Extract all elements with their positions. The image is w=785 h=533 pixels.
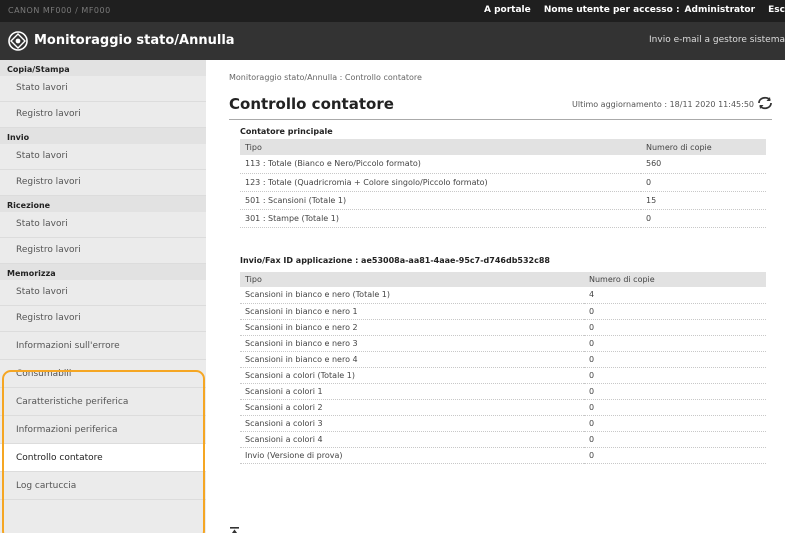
- sidebar-item-copy-job-log[interactable]: Registro lavori: [0, 102, 206, 128]
- column-header-copies: Numero di copie: [641, 139, 766, 155]
- table-row: Scansioni a colori 30: [240, 415, 766, 432]
- counter-type-cell: Scansioni a colori 1: [240, 383, 584, 400]
- counter-value-cell: 0: [584, 431, 766, 448]
- login-user-label: Nome utente per accesso :: [543, 5, 680, 15]
- app-title: Monitoraggio stato/Annulla: [34, 33, 235, 48]
- sidebar-item-send-job-status[interactable]: Stato lavori: [0, 144, 206, 170]
- counter-value-cell: 560: [641, 155, 766, 174]
- login-user-name: Administrator: [684, 5, 756, 15]
- table-row: 113 : Totale (Bianco e Nero/Piccolo form…: [240, 155, 766, 174]
- counter-value-cell: 0: [584, 447, 766, 464]
- table-row: Scansioni in bianco e nero 20: [240, 319, 766, 336]
- table-row: 301 : Stampe (Totale 1) 0: [240, 209, 766, 228]
- table-header-row: Tipo Numero di copie: [240, 139, 766, 155]
- sidebar-item-error-info[interactable]: Informazioni sull'errore: [0, 332, 206, 360]
- table-row: Scansioni a colori 20: [240, 399, 766, 416]
- counter-type-cell: Scansioni in bianco e nero 1: [240, 303, 584, 320]
- sidebar-item-send-job-log[interactable]: Registro lavori: [0, 170, 206, 196]
- counter-value-cell: 0: [641, 209, 766, 228]
- counter-type-cell: Scansioni a colori 2: [240, 399, 584, 416]
- app-counter-title: Invio/Fax ID applicazione : ae53008a-aa8…: [240, 256, 550, 265]
- counter-value-cell: 0: [584, 415, 766, 432]
- top-links: A portale Nome utente per accesso : Admin…: [474, 5, 785, 15]
- counter-value-cell: 15: [641, 191, 766, 210]
- counter-type-cell: Scansioni in bianco e nero 2: [240, 319, 584, 336]
- counter-value-cell: 0: [584, 383, 766, 400]
- refresh-icon[interactable]: [757, 96, 773, 110]
- counter-type-cell: 301 : Stampe (Totale 1): [240, 209, 641, 228]
- sidebar-item-copy-job-status[interactable]: Stato lavori: [0, 76, 206, 102]
- column-header-copies: Numero di copie: [584, 272, 766, 287]
- counter-type-cell: Invio (Versione di prova): [240, 447, 584, 464]
- table-row: Scansioni in bianco e nero (Totale 1) 4: [240, 287, 766, 304]
- title-divider: [229, 119, 772, 120]
- counter-type-cell: Scansioni in bianco e nero (Totale 1): [240, 287, 584, 304]
- sidebar-section-copy-print: Copia/Stampa: [0, 60, 206, 76]
- last-update: Ultimo aggiornamento : 18/11 2020 11:45:…: [572, 100, 754, 109]
- column-header-type: Tipo: [240, 139, 641, 155]
- monitor-status-icon: [8, 31, 28, 51]
- sidebar-item-consumables[interactable]: Consumabili: [0, 360, 206, 388]
- counter-value-cell: 0: [584, 335, 766, 352]
- sidebar-item-receive-job-status[interactable]: Stato lavori: [0, 212, 206, 238]
- table-header-row: Tipo Numero di copie: [240, 272, 766, 287]
- sidebar-item-device-features[interactable]: Caratteristiche periferica: [0, 388, 206, 416]
- table-row: Scansioni in bianco e nero 30: [240, 335, 766, 352]
- table-row: Invio (Versione di prova) 0: [240, 447, 766, 464]
- sidebar-item-cartridge-log[interactable]: Log cartuccia: [0, 472, 206, 500]
- main-counter-table: Tipo Numero di copie 113 : Totale (Bianc…: [240, 139, 766, 228]
- scroll-top-icon[interactable]: [230, 527, 239, 533]
- email-admin-link[interactable]: Invio e-mail a gestore sistema: [649, 35, 785, 45]
- counter-value-cell: 0: [641, 173, 766, 192]
- main-content: Monitoraggio stato/Annulla : Controllo c…: [216, 60, 785, 533]
- page-title: Controllo contatore: [229, 95, 394, 113]
- sidebar-section-receive: Ricezione: [0, 196, 206, 212]
- table-row: Scansioni a colori 10: [240, 383, 766, 400]
- counter-type-cell: Scansioni a colori (Totale 1): [240, 367, 584, 384]
- counter-value-cell: 0: [584, 351, 766, 368]
- sidebar-item-counter-check[interactable]: Controllo contatore: [0, 444, 206, 472]
- counter-value-cell: 0: [584, 319, 766, 336]
- counter-type-cell: Scansioni a colori 4: [240, 431, 584, 448]
- table-row: Scansioni in bianco e nero 10: [240, 303, 766, 320]
- table-row: 501 : Scansioni (Totale 1) 15: [240, 191, 766, 210]
- logout-link[interactable]: Esc: [768, 5, 785, 15]
- sidebar-section-store: Memorizza: [0, 264, 206, 280]
- sidebar-item-store-job-status[interactable]: Stato lavori: [0, 280, 206, 306]
- sidebar-item-store-job-log[interactable]: Registro lavori: [0, 306, 206, 332]
- counter-type-cell: 123 : Totale (Quadricromia + Colore sing…: [240, 173, 641, 192]
- device-name: CANON MF000 / MF000: [8, 6, 111, 15]
- portal-link[interactable]: A portale: [484, 5, 531, 15]
- table-row: 123 : Totale (Quadricromia + Colore sing…: [240, 173, 766, 192]
- sidebar-item-receive-job-log[interactable]: Registro lavori: [0, 238, 206, 264]
- sidebar-item-device-info[interactable]: Informazioni periferica: [0, 416, 206, 444]
- counter-value-cell: 4: [584, 287, 766, 304]
- counter-type-cell: Scansioni a colori 3: [240, 415, 584, 432]
- counter-type-cell: Scansioni in bianco e nero 4: [240, 351, 584, 368]
- sidebar: Copia/Stampa Stato lavori Registro lavor…: [0, 60, 206, 533]
- sidebar-section-send: Invio: [0, 128, 206, 144]
- counter-value-cell: 0: [584, 399, 766, 416]
- table-row: Scansioni in bianco e nero 40: [240, 351, 766, 368]
- table-row: Scansioni a colori 40: [240, 431, 766, 448]
- counter-value-cell: 0: [584, 303, 766, 320]
- counter-type-cell: 113 : Totale (Bianco e Nero/Piccolo form…: [240, 155, 641, 174]
- app-counter-table: Tipo Numero di copie Scansioni in bianco…: [240, 272, 766, 464]
- title-bar: Monitoraggio stato/Annulla Invio e-mail …: [0, 22, 785, 60]
- breadcrumb: Monitoraggio stato/Annulla : Controllo c…: [229, 73, 422, 82]
- top-bar: CANON MF000 / MF000 A portale Nome utent…: [0, 0, 785, 22]
- counter-type-cell: Scansioni in bianco e nero 3: [240, 335, 584, 352]
- column-header-type: Tipo: [240, 272, 584, 287]
- table-row: Scansioni a colori (Totale 1) 0: [240, 367, 766, 384]
- main-counter-title: Contatore principale: [240, 127, 333, 136]
- counter-type-cell: 501 : Scansioni (Totale 1): [240, 191, 641, 210]
- counter-value-cell: 0: [584, 367, 766, 384]
